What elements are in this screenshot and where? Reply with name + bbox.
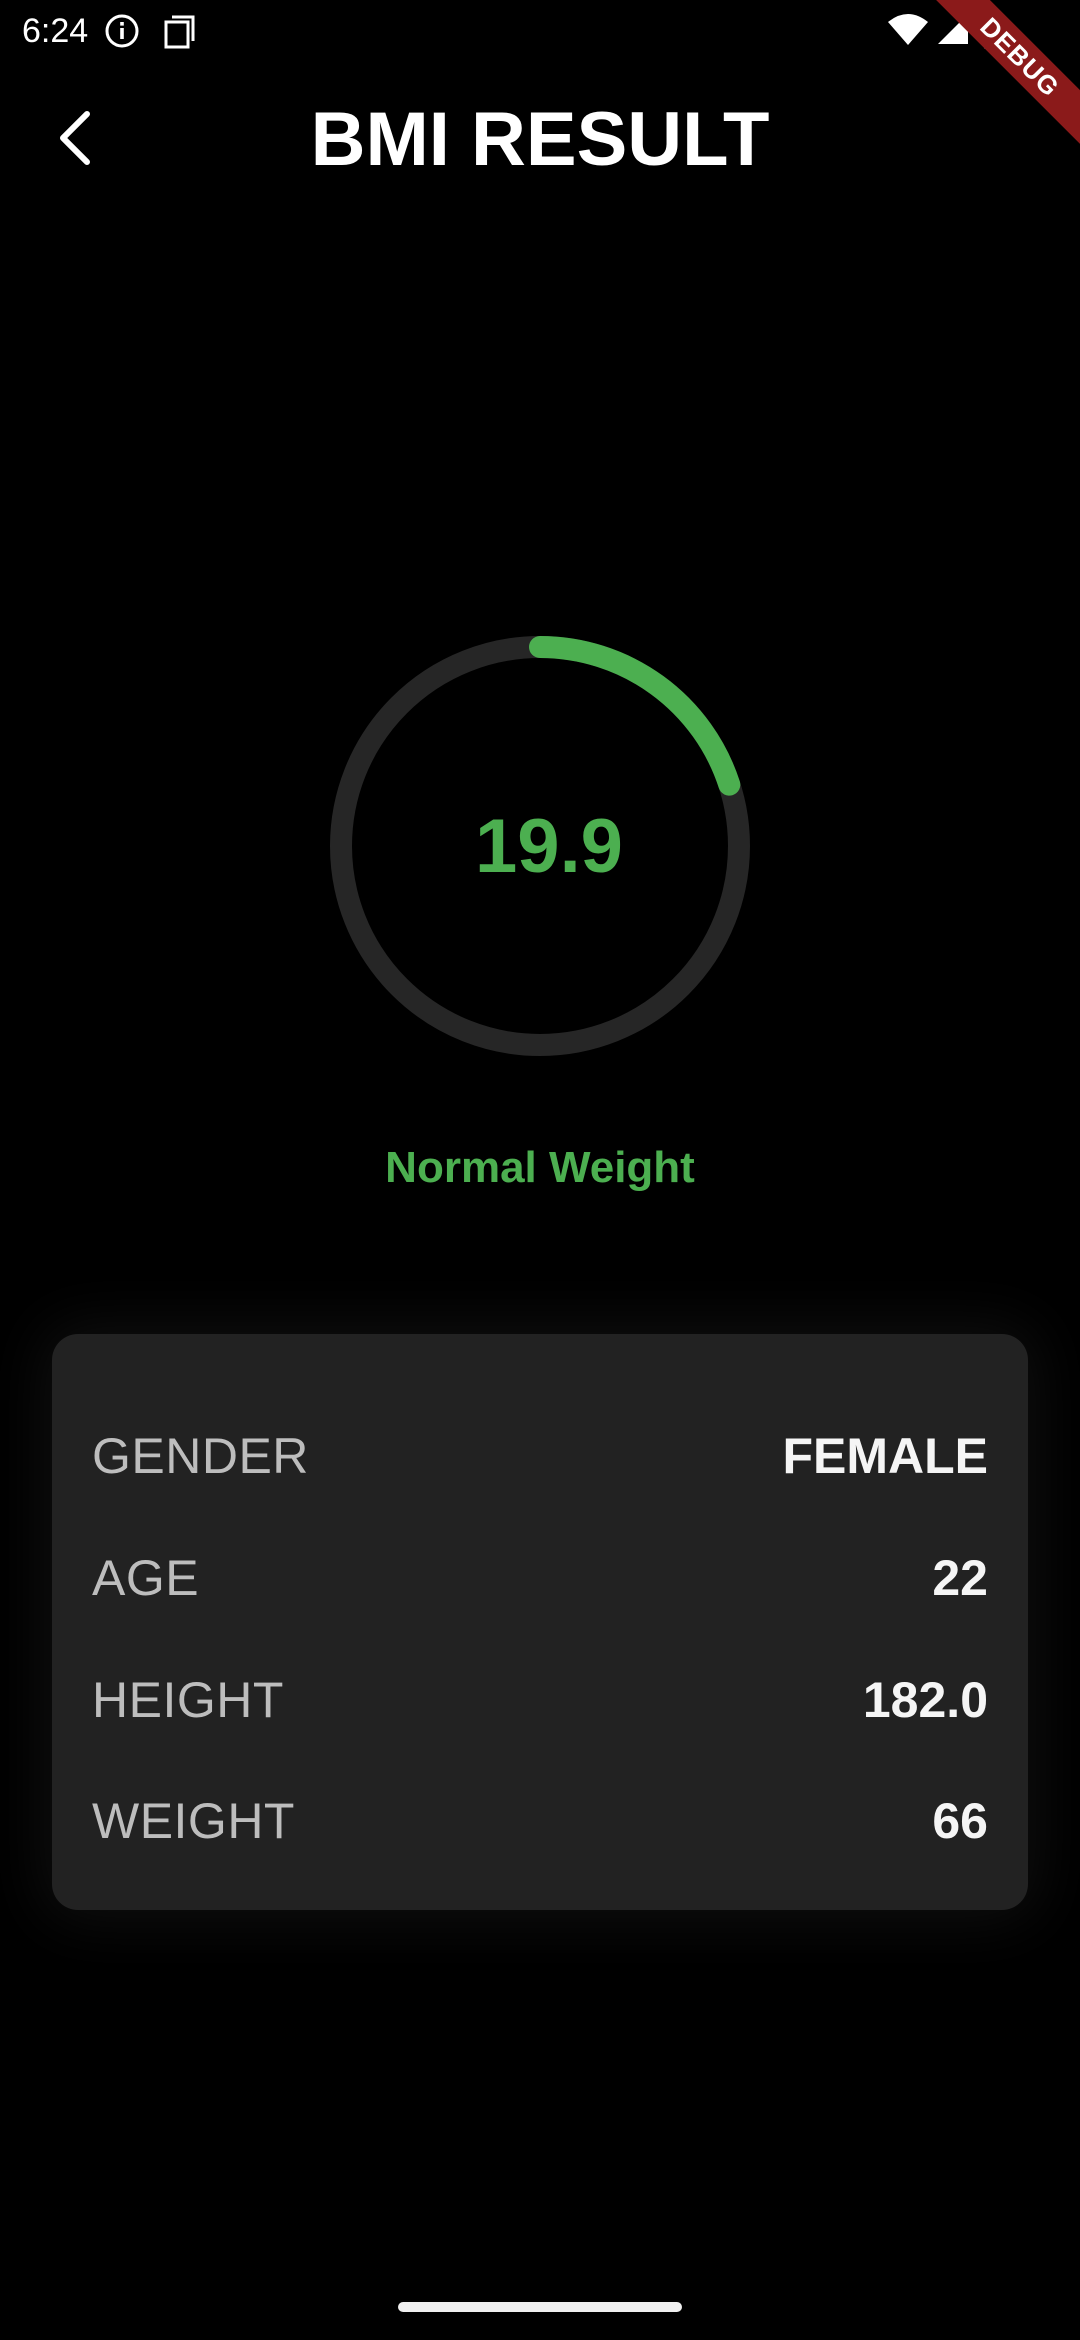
detail-value: 66 bbox=[932, 1793, 988, 1849]
home-indicator[interactable] bbox=[398, 2302, 682, 2312]
detail-row-gender: GENDER FEMALE bbox=[92, 1416, 988, 1496]
status-bar: 6:24 bbox=[0, 0, 1080, 62]
detail-label: GENDER bbox=[92, 1428, 309, 1484]
detail-label: AGE bbox=[92, 1550, 200, 1606]
page-title: BMI RESULT bbox=[310, 97, 770, 182]
detail-row-age: AGE 22 bbox=[92, 1538, 988, 1618]
detail-value: FEMALE bbox=[782, 1428, 988, 1484]
detail-label: WEIGHT bbox=[92, 1793, 295, 1849]
detail-row-weight: WEIGHT 66 bbox=[92, 1781, 988, 1861]
details-card: GENDER FEMALE AGE 22 HEIGHT 182.0 WEIGHT… bbox=[52, 1334, 1028, 1910]
detail-label: HEIGHT bbox=[92, 1672, 284, 1728]
status-time: 6:24 bbox=[22, 12, 89, 50]
detail-row-height: HEIGHT 182.0 bbox=[92, 1660, 988, 1740]
bmi-value: 19.9 bbox=[475, 803, 623, 889]
bmi-category: Normal Weight bbox=[385, 1143, 695, 1192]
bmi-gauge: 19.9 bbox=[330, 636, 750, 1056]
info-icon bbox=[105, 14, 139, 48]
detail-value: 22 bbox=[932, 1550, 988, 1606]
detail-value: 182.0 bbox=[862, 1672, 988, 1728]
sim-card-icon bbox=[164, 15, 195, 49]
